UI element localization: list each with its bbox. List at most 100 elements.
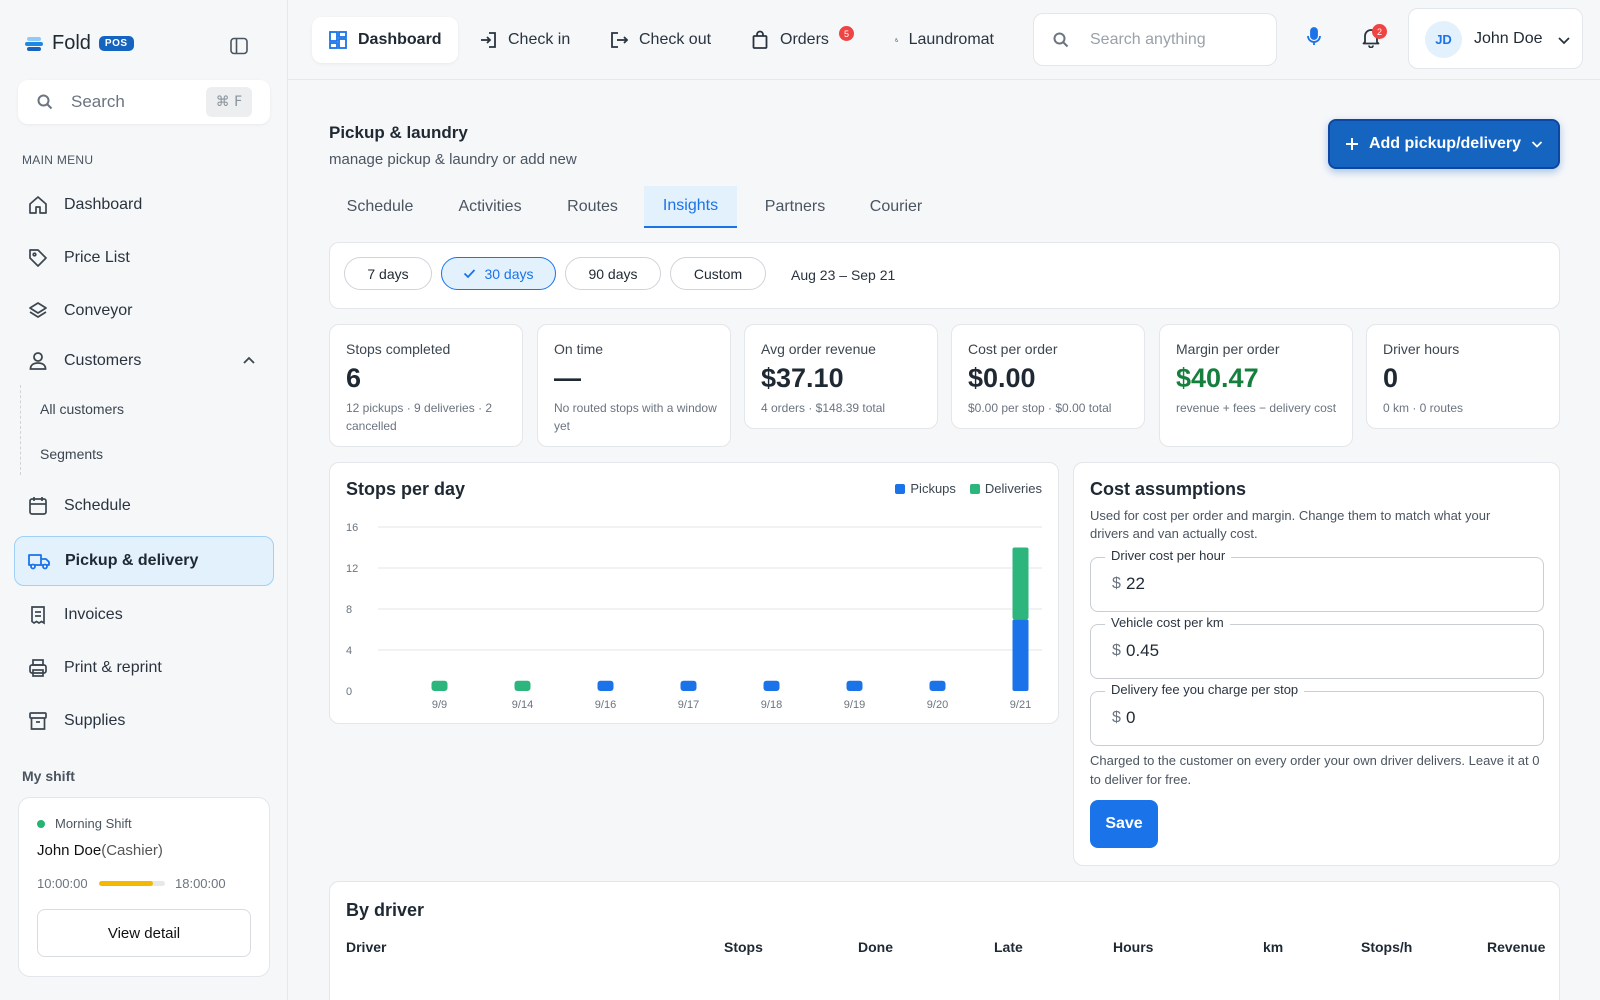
stat-subtext: 12 pickups · 9 deliveries · 2 cancelled bbox=[346, 401, 493, 433]
y-tick-label: 8 bbox=[346, 604, 352, 616]
sidebar-search[interactable]: Search ⌘ F bbox=[18, 80, 270, 124]
x-tick-label: 9/9 bbox=[432, 699, 447, 711]
stat-label: Avg order revenue bbox=[761, 341, 876, 357]
voice-button[interactable] bbox=[1304, 26, 1324, 48]
tab-insights[interactable]: Insights bbox=[644, 186, 737, 228]
driver-cost-field[interactable]: Driver cost per hour $ bbox=[1090, 548, 1544, 612]
my-shift-title: My shift bbox=[22, 768, 75, 784]
chip-label: 30 days bbox=[484, 265, 534, 282]
sidebar-item-customers[interactable]: Customers bbox=[14, 336, 274, 386]
sidebar-item-dashboard[interactable]: Dashboard bbox=[14, 180, 274, 230]
sidebar-subitem-segments[interactable]: Segments bbox=[40, 446, 103, 462]
global-search[interactable]: Search anything bbox=[1033, 13, 1277, 66]
layers-icon bbox=[29, 302, 47, 318]
range-90-days[interactable]: 90 days bbox=[565, 257, 661, 290]
stat-subtext: revenue + fees − delivery cost bbox=[1176, 401, 1337, 415]
user-name: John Doe bbox=[1474, 30, 1543, 47]
check-out-icon bbox=[611, 32, 629, 48]
column-header-km[interactable]: km bbox=[1263, 939, 1283, 955]
column-header-late[interactable]: Late bbox=[994, 939, 1023, 955]
top-tab-dashboard[interactable]: Dashboard bbox=[312, 17, 458, 63]
range-7-days[interactable]: 7 days bbox=[344, 257, 432, 290]
user-icon bbox=[29, 352, 47, 370]
column-header-revenue[interactable]: Revenue bbox=[1487, 939, 1545, 955]
sidebar-item-label: Customers bbox=[64, 352, 142, 369]
chevron-up-icon bbox=[243, 356, 255, 364]
delivery-fee-input[interactable] bbox=[1126, 708, 1506, 728]
notifications-count-badge: 2 bbox=[1372, 24, 1387, 39]
shift-progress-bar bbox=[99, 881, 165, 886]
shift-start-time: 10:00:00 bbox=[37, 876, 88, 891]
by-driver-card: By driver Driver Stops Done Late Hours k… bbox=[329, 881, 1560, 1000]
brand-logo[interactable]: Fold POS bbox=[24, 32, 134, 55]
sidebar-item-invoices[interactable]: Invoices bbox=[14, 590, 274, 640]
sidebar-item-conveyor[interactable]: Conveyor bbox=[14, 286, 274, 336]
fold-logo-icon bbox=[25, 36, 43, 51]
y-tick-label: 4 bbox=[346, 645, 352, 657]
bar-pickups-9-20 bbox=[929, 680, 946, 691]
calendar-icon bbox=[29, 497, 47, 515]
top-tab-check-in[interactable]: Check in bbox=[462, 17, 586, 63]
archive-icon bbox=[29, 712, 47, 730]
sidebar-item-supplies[interactable]: Supplies bbox=[14, 696, 274, 746]
tab-activities[interactable]: Activities bbox=[439, 186, 541, 228]
delivery-fee-field[interactable]: Delivery fee you charge per stop $ bbox=[1090, 682, 1544, 746]
driver-cost-input[interactable] bbox=[1126, 574, 1506, 594]
tag-icon bbox=[29, 249, 47, 267]
column-header-stops-per-hour[interactable]: Stops/h bbox=[1361, 939, 1412, 955]
x-tick-label: 9/16 bbox=[595, 699, 616, 711]
tab-routes[interactable]: Routes bbox=[548, 186, 637, 228]
touch-hand-icon bbox=[894, 38, 898, 42]
y-tick-label: 12 bbox=[346, 563, 358, 575]
stat-label: Driver hours bbox=[1383, 341, 1460, 357]
bar-pickups-9-21 bbox=[1012, 619, 1029, 691]
range-custom[interactable]: Custom bbox=[670, 257, 766, 290]
sidebar: Fold POS Search ⌘ F MAIN MENU Dashboard … bbox=[0, 0, 288, 1000]
sidebar-subitem-all-customers[interactable]: All customers bbox=[40, 401, 124, 417]
stat-subtext: 4 orders · $148.39 total bbox=[761, 401, 886, 415]
search-shortcut: ⌘ F bbox=[206, 87, 252, 117]
check-in-icon bbox=[481, 32, 496, 48]
y-tick-label: 0 bbox=[346, 686, 352, 698]
user-menu[interactable]: JD John Doe bbox=[1408, 8, 1583, 69]
tab-partners[interactable]: Partners bbox=[748, 186, 842, 228]
vehicle-cost-input[interactable] bbox=[1126, 641, 1506, 661]
sidebar-item-schedule[interactable]: Schedule bbox=[14, 481, 274, 531]
stat-value: 6 bbox=[346, 363, 362, 393]
save-button[interactable]: Save bbox=[1090, 800, 1158, 848]
global-search-placeholder: Search anything bbox=[1090, 31, 1206, 48]
printer-icon bbox=[29, 659, 47, 677]
tab-schedule[interactable]: Schedule bbox=[329, 186, 431, 228]
add-button-label: Add pickup/delivery bbox=[1368, 135, 1522, 152]
sidebar-item-label: Pickup & delivery bbox=[65, 552, 199, 569]
check-icon bbox=[464, 269, 476, 279]
column-header-stops[interactable]: Stops bbox=[724, 939, 763, 955]
sidebar-toggle-button[interactable] bbox=[226, 33, 252, 59]
range-30-days[interactable]: 30 days bbox=[441, 257, 556, 290]
add-pickup-delivery-button[interactable]: Add pickup/delivery bbox=[1328, 119, 1560, 169]
shift-status-dot bbox=[37, 820, 45, 828]
stat-card-stops-completed: Stops completed 6 12 pickups · 9 deliver… bbox=[329, 324, 523, 447]
search-icon bbox=[1053, 32, 1069, 48]
sidebar-item-price-list[interactable]: Price List bbox=[14, 233, 274, 283]
sidebar-toggle-icon bbox=[230, 37, 248, 55]
vehicle-cost-field[interactable]: Vehicle cost per km $ bbox=[1090, 615, 1544, 679]
sidebar-item-print-reprint[interactable]: Print & reprint bbox=[14, 643, 274, 693]
truck-icon bbox=[28, 554, 50, 570]
date-filter-bar: 7 days 30 days 90 days Custom Aug 23 – S… bbox=[329, 242, 1560, 309]
tab-courier[interactable]: Courier bbox=[854, 186, 938, 228]
sidebar-item-label: Dashboard bbox=[64, 196, 143, 213]
shift-end-time: 18:00:00 bbox=[175, 876, 226, 891]
column-header-hours[interactable]: Hours bbox=[1113, 939, 1153, 955]
top-tab-check-out[interactable]: Check out bbox=[593, 17, 727, 63]
view-detail-button[interactable]: View detail bbox=[37, 909, 251, 957]
top-tab-orders[interactable]: Orders bbox=[734, 17, 845, 63]
sidebar-item-pickup-delivery[interactable]: Pickup & delivery bbox=[14, 536, 274, 586]
x-tick-label: 9/20 bbox=[927, 699, 948, 711]
column-header-driver[interactable]: Driver bbox=[346, 939, 386, 955]
top-tab-laundromat[interactable]: Laundromat bbox=[878, 17, 1010, 63]
stat-value: 0 bbox=[1383, 363, 1399, 393]
currency-prefix: $ bbox=[1112, 575, 1121, 592]
x-tick-label: 9/21 bbox=[1010, 699, 1031, 711]
column-header-done[interactable]: Done bbox=[858, 939, 893, 955]
